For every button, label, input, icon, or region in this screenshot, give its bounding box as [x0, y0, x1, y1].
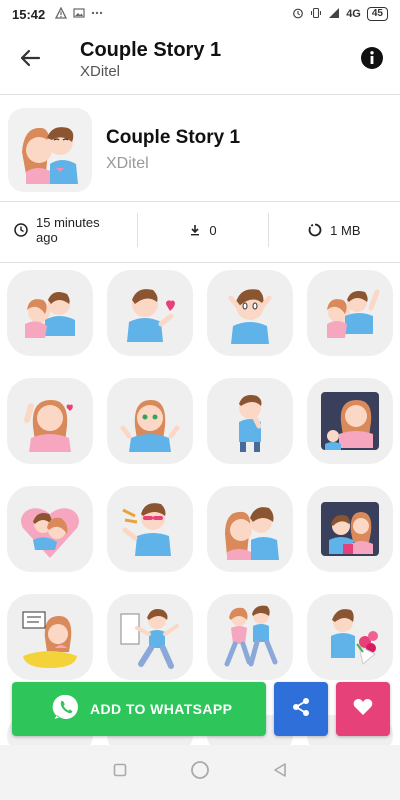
nav-recents-button[interactable]: [100, 753, 140, 793]
stat-updated-label: 15 minutes ago: [36, 215, 100, 245]
pack-title: Couple Story 1: [106, 127, 241, 148]
image-icon: [73, 7, 85, 22]
status-right: 4G 45: [292, 7, 388, 22]
system-nav-bar: [0, 745, 400, 800]
circle-icon: [190, 760, 210, 785]
sticker-couple-movie: [321, 502, 379, 556]
pack-header: Couple Story 1 XDitel: [0, 100, 400, 200]
sticker-couple-hug: [25, 292, 75, 338]
screen: 15:42 4G 45 Couple Story 1 XDitel Couple…: [0, 0, 400, 800]
sticker-tile[interactable]: [207, 270, 293, 356]
stat-updated: 15 minutes ago: [0, 202, 137, 258]
pack-thumbnail: [8, 108, 92, 192]
stat-size-label: 1 MB: [330, 222, 361, 238]
add-to-whatsapp-label: ADD TO WHATSAPP: [90, 701, 233, 717]
alarm-icon: [292, 7, 304, 22]
sticker-tile[interactable]: [7, 270, 93, 356]
sticker-boy-thinking: [239, 395, 262, 452]
sticker-boy-sunglasses: [122, 503, 171, 556]
pack-stats: 15 minutes ago 0 1 MB: [0, 202, 400, 258]
status-left-icons: [55, 6, 103, 22]
sticker-tile[interactable]: [107, 378, 193, 464]
sticker-tile[interactable]: [7, 486, 93, 572]
stats-divider: [0, 262, 400, 263]
triangle-back-icon: [273, 762, 287, 783]
sticker-tile[interactable]: [7, 378, 93, 464]
appbar-divider: [0, 94, 400, 95]
network-label: 4G: [346, 8, 361, 20]
sticker-girl-kiss-boy: [225, 507, 279, 560]
stat-size: 1 MB: [269, 202, 400, 258]
page-title: Couple Story 1: [80, 39, 222, 61]
share-icon: [290, 696, 312, 723]
sticker-girl-wave: [24, 400, 73, 452]
status-bar: 15:42 4G 45: [0, 0, 400, 28]
sticker-tile[interactable]: [207, 594, 293, 680]
sticker-tile[interactable]: [107, 486, 193, 572]
sticker-tile[interactable]: [307, 378, 393, 464]
app-bar-titles: Couple Story 1 XDitel: [60, 38, 344, 82]
sticker-tile[interactable]: [207, 486, 293, 572]
pack-author: XDitel: [106, 155, 149, 172]
nav-back-button[interactable]: [260, 753, 300, 793]
share-button[interactable]: [274, 682, 328, 736]
download-icon: [189, 224, 201, 236]
sticker-girl-tv: [321, 392, 379, 450]
heart-icon: [352, 696, 374, 723]
sticker-grid: [0, 270, 400, 680]
info-button[interactable]: [344, 28, 400, 92]
sticker-boy-dance: [120, 609, 179, 669]
info-icon: [360, 46, 384, 75]
pack-info: Couple Story 1 XDitel: [106, 127, 240, 173]
add-to-whatsapp-button[interactable]: ADD TO WHATSAPP: [12, 682, 266, 736]
sticker-girl-bath-sign: [22, 611, 77, 668]
sticker-couple-heart: [21, 508, 79, 558]
nav-home-button[interactable]: [180, 753, 220, 793]
square-icon: [113, 763, 127, 782]
storage-icon: [308, 223, 322, 237]
signal-icon: [328, 7, 340, 22]
sticker-tile[interactable]: [107, 594, 193, 680]
warning-icon: [55, 6, 68, 22]
sticker-boy-kiss-heart: [127, 289, 175, 342]
stat-downloads: 0: [138, 202, 267, 258]
dots-icon: [91, 7, 103, 22]
battery-icon: 45: [366, 7, 388, 21]
sticker-boy-worried: [228, 289, 272, 344]
arrow-left-icon: [19, 47, 41, 74]
sticker-boy-flowers: [331, 609, 378, 665]
back-button[interactable]: [0, 28, 60, 92]
vibrate-icon: [310, 7, 322, 22]
sticker-tile[interactable]: [7, 594, 93, 680]
stat-downloads-label: 0: [209, 222, 217, 238]
status-time: 15:42: [12, 6, 46, 22]
app-bar: Couple Story 1 XDitel: [0, 28, 400, 92]
sticker-tile[interactable]: [307, 270, 393, 356]
sticker-couple-cheer: [327, 289, 380, 338]
sticker-tile[interactable]: [307, 594, 393, 680]
sticker-tile[interactable]: [107, 270, 193, 356]
clock-icon: [14, 223, 28, 237]
favorite-button[interactable]: [336, 682, 390, 736]
sticker-couple-dance: [224, 605, 278, 667]
sticker-tile[interactable]: [307, 486, 393, 572]
page-subtitle: XDitel: [80, 63, 121, 80]
sticker-girl-shrug: [120, 400, 180, 452]
action-bar: ADD TO WHATSAPP: [0, 682, 400, 736]
whatsapp-icon: [52, 693, 80, 726]
sticker-tile[interactable]: [207, 378, 293, 464]
